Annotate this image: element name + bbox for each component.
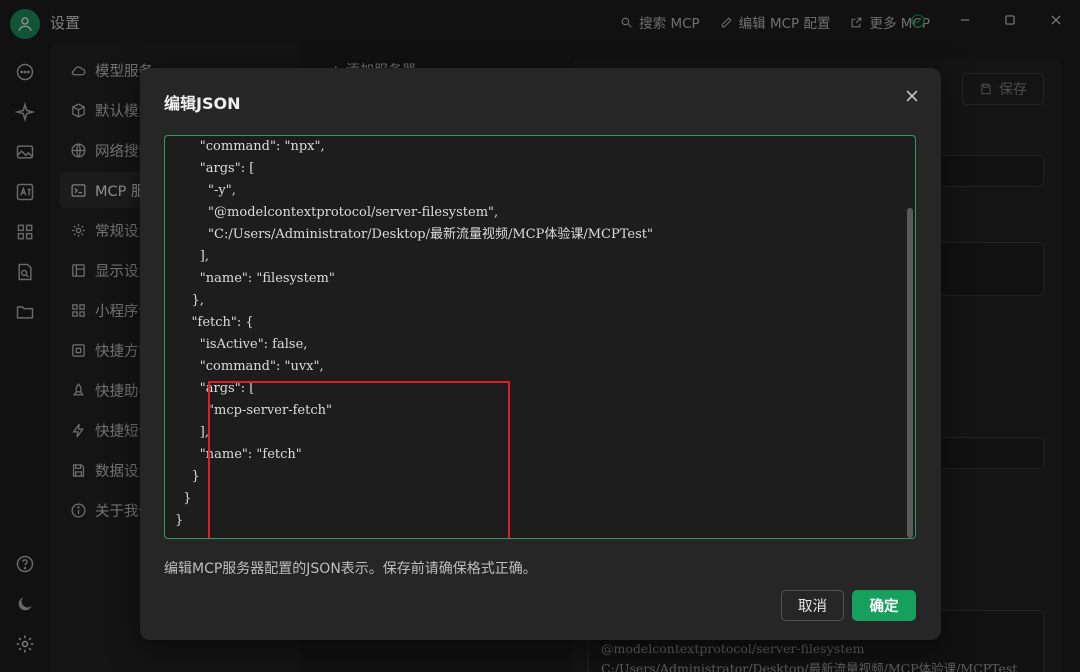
close-icon xyxy=(906,90,918,102)
code-line: "fetch": { xyxy=(175,315,254,330)
highlight-box xyxy=(208,381,510,538)
code-line: "command": "uvx", xyxy=(175,359,324,374)
app-window: 设置 搜索 MCP 编辑 MCP 配置 更多 MCP 模型服务 默认模型 网络搜… xyxy=(0,0,1080,672)
code-line: "command": "npx", xyxy=(175,139,325,154)
code-line: }, xyxy=(175,293,204,308)
code-line: "isActive": false, xyxy=(175,337,308,352)
json-editor[interactable]: "command": "npx", "args": [ "-y", "@mode… xyxy=(164,135,916,539)
dialog-title: 编辑JSON xyxy=(164,94,241,113)
code-line: "@modelcontextprotocol/server-filesystem… xyxy=(175,205,499,220)
code-line: ], xyxy=(175,249,209,264)
editor-scrollbar[interactable] xyxy=(907,208,913,538)
dialog-hint: 编辑MCP服务器配置的JSON表示。保存前请确保格式正确。 xyxy=(164,561,537,577)
code-line: "args": [ xyxy=(175,161,255,176)
code-line: "-y", xyxy=(175,183,236,198)
cancel-button[interactable]: 取消 xyxy=(781,590,844,621)
code-line: "name": "filesystem" xyxy=(175,271,335,286)
code-line: "C:/Users/Administrator/Desktop/最新流量视频/M… xyxy=(175,227,653,242)
edit-json-dialog: 编辑JSON "command": "npx", "args": [ "-y",… xyxy=(140,68,941,640)
dialog-close-button[interactable] xyxy=(902,86,922,106)
confirm-button[interactable]: 确定 xyxy=(852,590,916,621)
